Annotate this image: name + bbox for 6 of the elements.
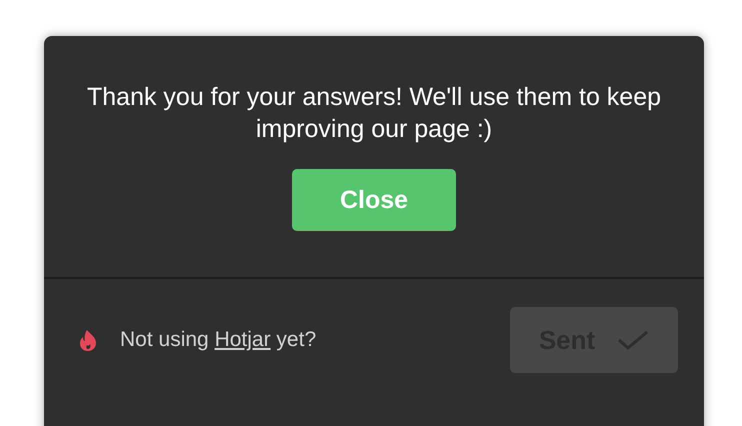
flame-icon xyxy=(78,329,98,351)
hotjar-link[interactable]: Hotjar xyxy=(214,328,271,351)
close-button[interactable]: Close xyxy=(292,169,456,231)
checkmark-icon xyxy=(617,329,650,351)
promo-text: Not using Hotjar yet? xyxy=(120,328,316,352)
thank-you-message: Thank you for your answers! We'll use them to keep improving our page :) xyxy=(86,82,662,145)
